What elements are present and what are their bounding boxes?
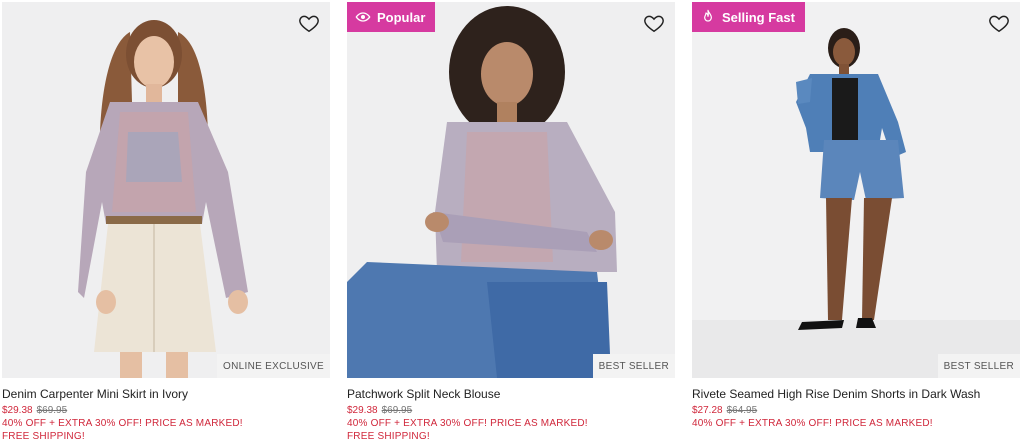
promo-text: 40% OFF + EXTRA 30% OFF! PRICE AS MARKED… [692, 418, 933, 429]
best-seller-tag: BEST SELLER [592, 354, 675, 378]
heart-icon[interactable] [643, 12, 665, 34]
product-grid: ONLINE EXCLUSIVE Denim Carpenter Mini Sk… [0, 0, 1024, 448]
original-price: $64.95 [726, 405, 758, 416]
heart-icon[interactable] [298, 12, 320, 34]
model-photo [78, 20, 248, 378]
product-card[interactable]: Selling Fast BEST SELLER Rivete Seamed H… [690, 0, 1020, 448]
original-price: $69.95 [381, 405, 413, 416]
product-image[interactable]: Popular BEST SELLER [347, 2, 675, 378]
best-seller-tag: BEST SELLER [937, 354, 1020, 378]
product-image[interactable]: ONLINE EXCLUSIVE [2, 2, 330, 378]
product-title[interactable]: Patchwork Split Neck Blouse [347, 386, 673, 402]
sale-price: $29.38 [347, 405, 378, 416]
popular-badge: Popular [347, 2, 436, 32]
promo-text: 40% OFF + EXTRA 30% OFF! PRICE AS MARKED… [347, 418, 588, 429]
online-exclusive-tag: ONLINE EXCLUSIVE [217, 354, 330, 378]
product-title[interactable]: Denim Carpenter Mini Skirt in Ivory [2, 386, 328, 402]
heart-icon[interactable] [988, 12, 1010, 34]
product-info: Denim Carpenter Mini Skirt in Ivory $29.… [2, 386, 328, 443]
eye-icon [355, 12, 371, 22]
price-row: $29.38 $69.95 [2, 404, 328, 417]
sale-price: $29.38 [2, 405, 33, 416]
original-price: $69.95 [36, 405, 68, 416]
price-row: $29.38 $69.95 [347, 404, 673, 417]
shipping-text: FREE SHIPPING! [347, 431, 430, 442]
model-photo [692, 28, 1020, 378]
promo-text: 40% OFF + EXTRA 30% OFF! PRICE AS MARKED… [2, 418, 243, 429]
product-card[interactable]: ONLINE EXCLUSIVE Denim Carpenter Mini Sk… [0, 0, 330, 448]
badge-label: Selling Fast [722, 9, 795, 25]
product-info: Patchwork Split Neck Blouse $29.38 $69.95… [347, 386, 673, 443]
flame-icon [704, 9, 712, 22]
sale-price: $27.28 [692, 405, 723, 416]
selling-fast-badge: Selling Fast [692, 2, 805, 32]
product-image[interactable]: Selling Fast BEST SELLER [692, 2, 1020, 378]
product-card[interactable]: Popular BEST SELLER Patchwork Split Neck… [345, 0, 675, 448]
product-info: Rivete Seamed High Rise Denim Shorts in … [692, 386, 1018, 430]
shipping-text: FREE SHIPPING! [2, 431, 85, 442]
model-photo [347, 6, 617, 378]
badge-label: Popular [377, 9, 426, 25]
price-row: $27.28 $64.95 [692, 404, 1018, 417]
product-title[interactable]: Rivete Seamed High Rise Denim Shorts in … [692, 386, 1018, 402]
